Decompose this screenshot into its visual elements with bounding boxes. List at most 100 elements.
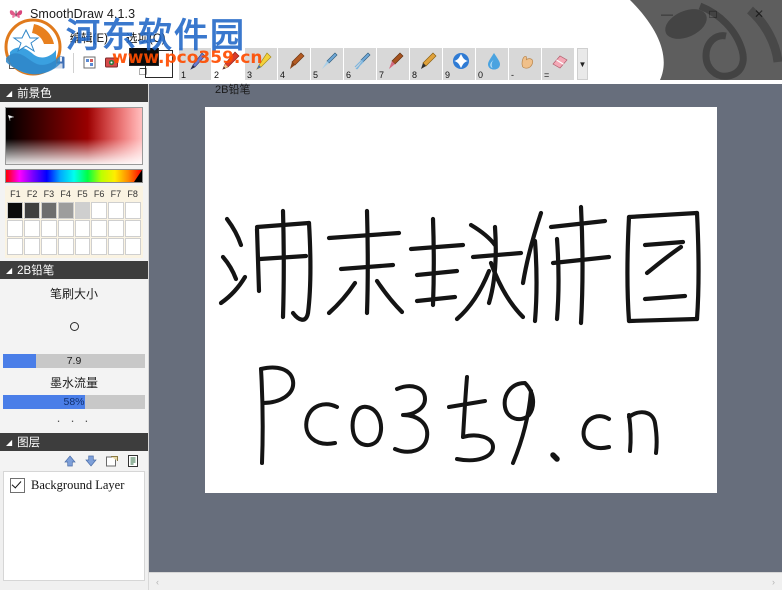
tool-ink-pen[interactable]: 8 — [410, 48, 442, 80]
tool-fan-brush[interactable]: 6 — [344, 48, 376, 80]
layer-visibility-checkbox[interactable] — [10, 478, 25, 493]
quick-action-buttons — [4, 50, 121, 74]
color-swatch[interactable] — [7, 238, 23, 255]
color-swatch[interactable] — [57, 202, 74, 219]
color-swatch[interactable] — [23, 202, 40, 219]
brush-size-label: 笔刷大小 — [49, 287, 98, 301]
panel-title: 2B铅笔 — [17, 265, 55, 277]
horizontal-scrollbar[interactable]: ‹ › — [149, 572, 782, 590]
close-button[interactable]: ✕ — [736, 0, 782, 28]
color-swatch[interactable] — [57, 238, 74, 255]
tool-number: 4 — [280, 70, 286, 80]
color-swatch[interactable] — [91, 238, 108, 255]
tool-eraser[interactable]: = — [542, 48, 574, 80]
application-window: SmoothDraw 4.1.3 — □ ✕ 文件(F) 编辑(E) 选项(O) — [0, 0, 782, 590]
layer-background[interactable]: Background Layer — [4, 472, 144, 499]
tool-airbrush[interactable]: 5 — [311, 48, 343, 80]
tool-number: = — [544, 70, 550, 80]
oil-brush-icon — [384, 50, 406, 75]
layers-icon[interactable] — [79, 52, 99, 72]
new-document-icon[interactable] — [4, 52, 24, 72]
palette-icon[interactable] — [101, 52, 121, 72]
color-swatch[interactable] — [125, 220, 141, 237]
hue-cursor-icon — [134, 170, 142, 182]
fkey-label: F2 — [26, 189, 38, 199]
menu-options[interactable]: 选项(O) — [118, 29, 176, 47]
color-swatch[interactable] — [108, 202, 125, 219]
color-swatch[interactable] — [74, 220, 91, 237]
color-swatch[interactable] — [108, 220, 125, 237]
layer-properties-icon[interactable] — [104, 454, 119, 469]
swatch-row — [7, 202, 141, 219]
color-swatch[interactable] — [74, 238, 91, 255]
layer-name-label: Background Layer — [31, 478, 125, 492]
sv-light-overlay — [6, 108, 142, 164]
color-swatch[interactable] — [7, 220, 23, 237]
scroll-left-icon[interactable]: ‹ — [149, 573, 166, 590]
more-tools-button[interactable]: ▼ — [577, 48, 588, 80]
tool-brush[interactable]: 4 — [278, 48, 310, 80]
panel-title: 前景色 — [17, 88, 52, 100]
fkey-label: F4 — [60, 189, 71, 199]
new-layer-icon[interactable] — [125, 454, 140, 469]
brush-dot-icon — [69, 321, 79, 331]
tool-oil-brush[interactable]: 7 — [377, 48, 409, 80]
color-swatch[interactable] — [23, 238, 40, 255]
canvas-viewport[interactable] — [149, 84, 782, 572]
tool-water-drop[interactable]: 0 — [476, 48, 508, 80]
tool-blur[interactable]: 9 — [443, 48, 475, 80]
minimize-icon: — — [661, 7, 673, 21]
ink-flow-value: 58% — [63, 396, 85, 408]
tool-smudge-finger[interactable]: - — [509, 48, 541, 80]
close-icon: ✕ — [753, 7, 765, 21]
saturation-value-picker[interactable] — [5, 107, 143, 165]
brush-size-slider[interactable]: 7.9 — [3, 354, 145, 368]
color-swatch[interactable] — [40, 220, 57, 237]
brush-size-value: 7.9 — [66, 355, 82, 367]
color-swatch[interactable] — [7, 202, 23, 219]
color-swatch[interactable] — [57, 220, 74, 237]
color-swatch[interactable] — [40, 202, 57, 219]
ink-flow-slider[interactable]: 58% — [3, 395, 145, 409]
color-swatch[interactable] — [125, 238, 141, 255]
color-swatch-grid: F1 F2 F3 F4 F5 F6 F7 F8 — [5, 186, 143, 258]
menu-bar: 文件(F) 编辑(E) 选项(O) — [0, 28, 782, 48]
fan-brush-icon — [351, 50, 373, 75]
layer-list: Background Layer — [3, 471, 145, 581]
panel-header-brush[interactable]: ◢ 2B铅笔 — [0, 261, 148, 279]
save-icon[interactable] — [48, 52, 68, 72]
color-swatch[interactable] — [125, 202, 141, 219]
open-folder-icon[interactable] — [26, 52, 46, 72]
brush-size-preview — [0, 302, 148, 350]
color-swatch[interactable] — [23, 220, 40, 237]
ink-pen-icon — [417, 50, 439, 75]
drawing-canvas[interactable] — [205, 107, 717, 493]
tool-2b-pencil[interactable]: 2 — [212, 48, 244, 80]
menu-edit[interactable]: 编辑(E) — [62, 29, 118, 47]
brush-more-options-button[interactable]: · · · — [0, 409, 148, 429]
tool-marker[interactable]: 3 — [245, 48, 277, 80]
panel-header-foreground-color[interactable]: ◢ 前景色 — [0, 84, 148, 102]
tool-pen[interactable]: 1 — [179, 48, 211, 80]
move-layer-up-icon[interactable] — [62, 454, 77, 469]
scroll-right-icon[interactable]: › — [765, 573, 782, 590]
maximize-button[interactable]: □ — [690, 0, 736, 28]
hue-slider[interactable] — [5, 169, 143, 183]
color-swatch[interactable] — [40, 238, 57, 255]
color-swatch[interactable] — [74, 202, 91, 219]
move-layer-down-icon[interactable] — [83, 454, 98, 469]
fkey-label: F5 — [77, 189, 88, 199]
tool-number: 0 — [478, 70, 484, 80]
tool-number: 5 — [313, 70, 319, 80]
panel-header-layers[interactable]: ◢ 图层 — [0, 433, 148, 451]
marker-icon — [252, 50, 274, 75]
minimize-button[interactable]: — — [644, 0, 690, 28]
reset-colors-icon[interactable]: ❐ — [139, 67, 147, 78]
menu-file[interactable]: 文件(F) — [6, 29, 62, 47]
canvas-area: ‹ › — [149, 84, 782, 590]
color-swatch[interactable] — [91, 202, 108, 219]
window-title: SmoothDraw 4.1.3 — [30, 7, 136, 21]
swatch-row — [7, 238, 141, 255]
color-swatch[interactable] — [91, 220, 108, 237]
color-swatch[interactable] — [108, 238, 125, 255]
